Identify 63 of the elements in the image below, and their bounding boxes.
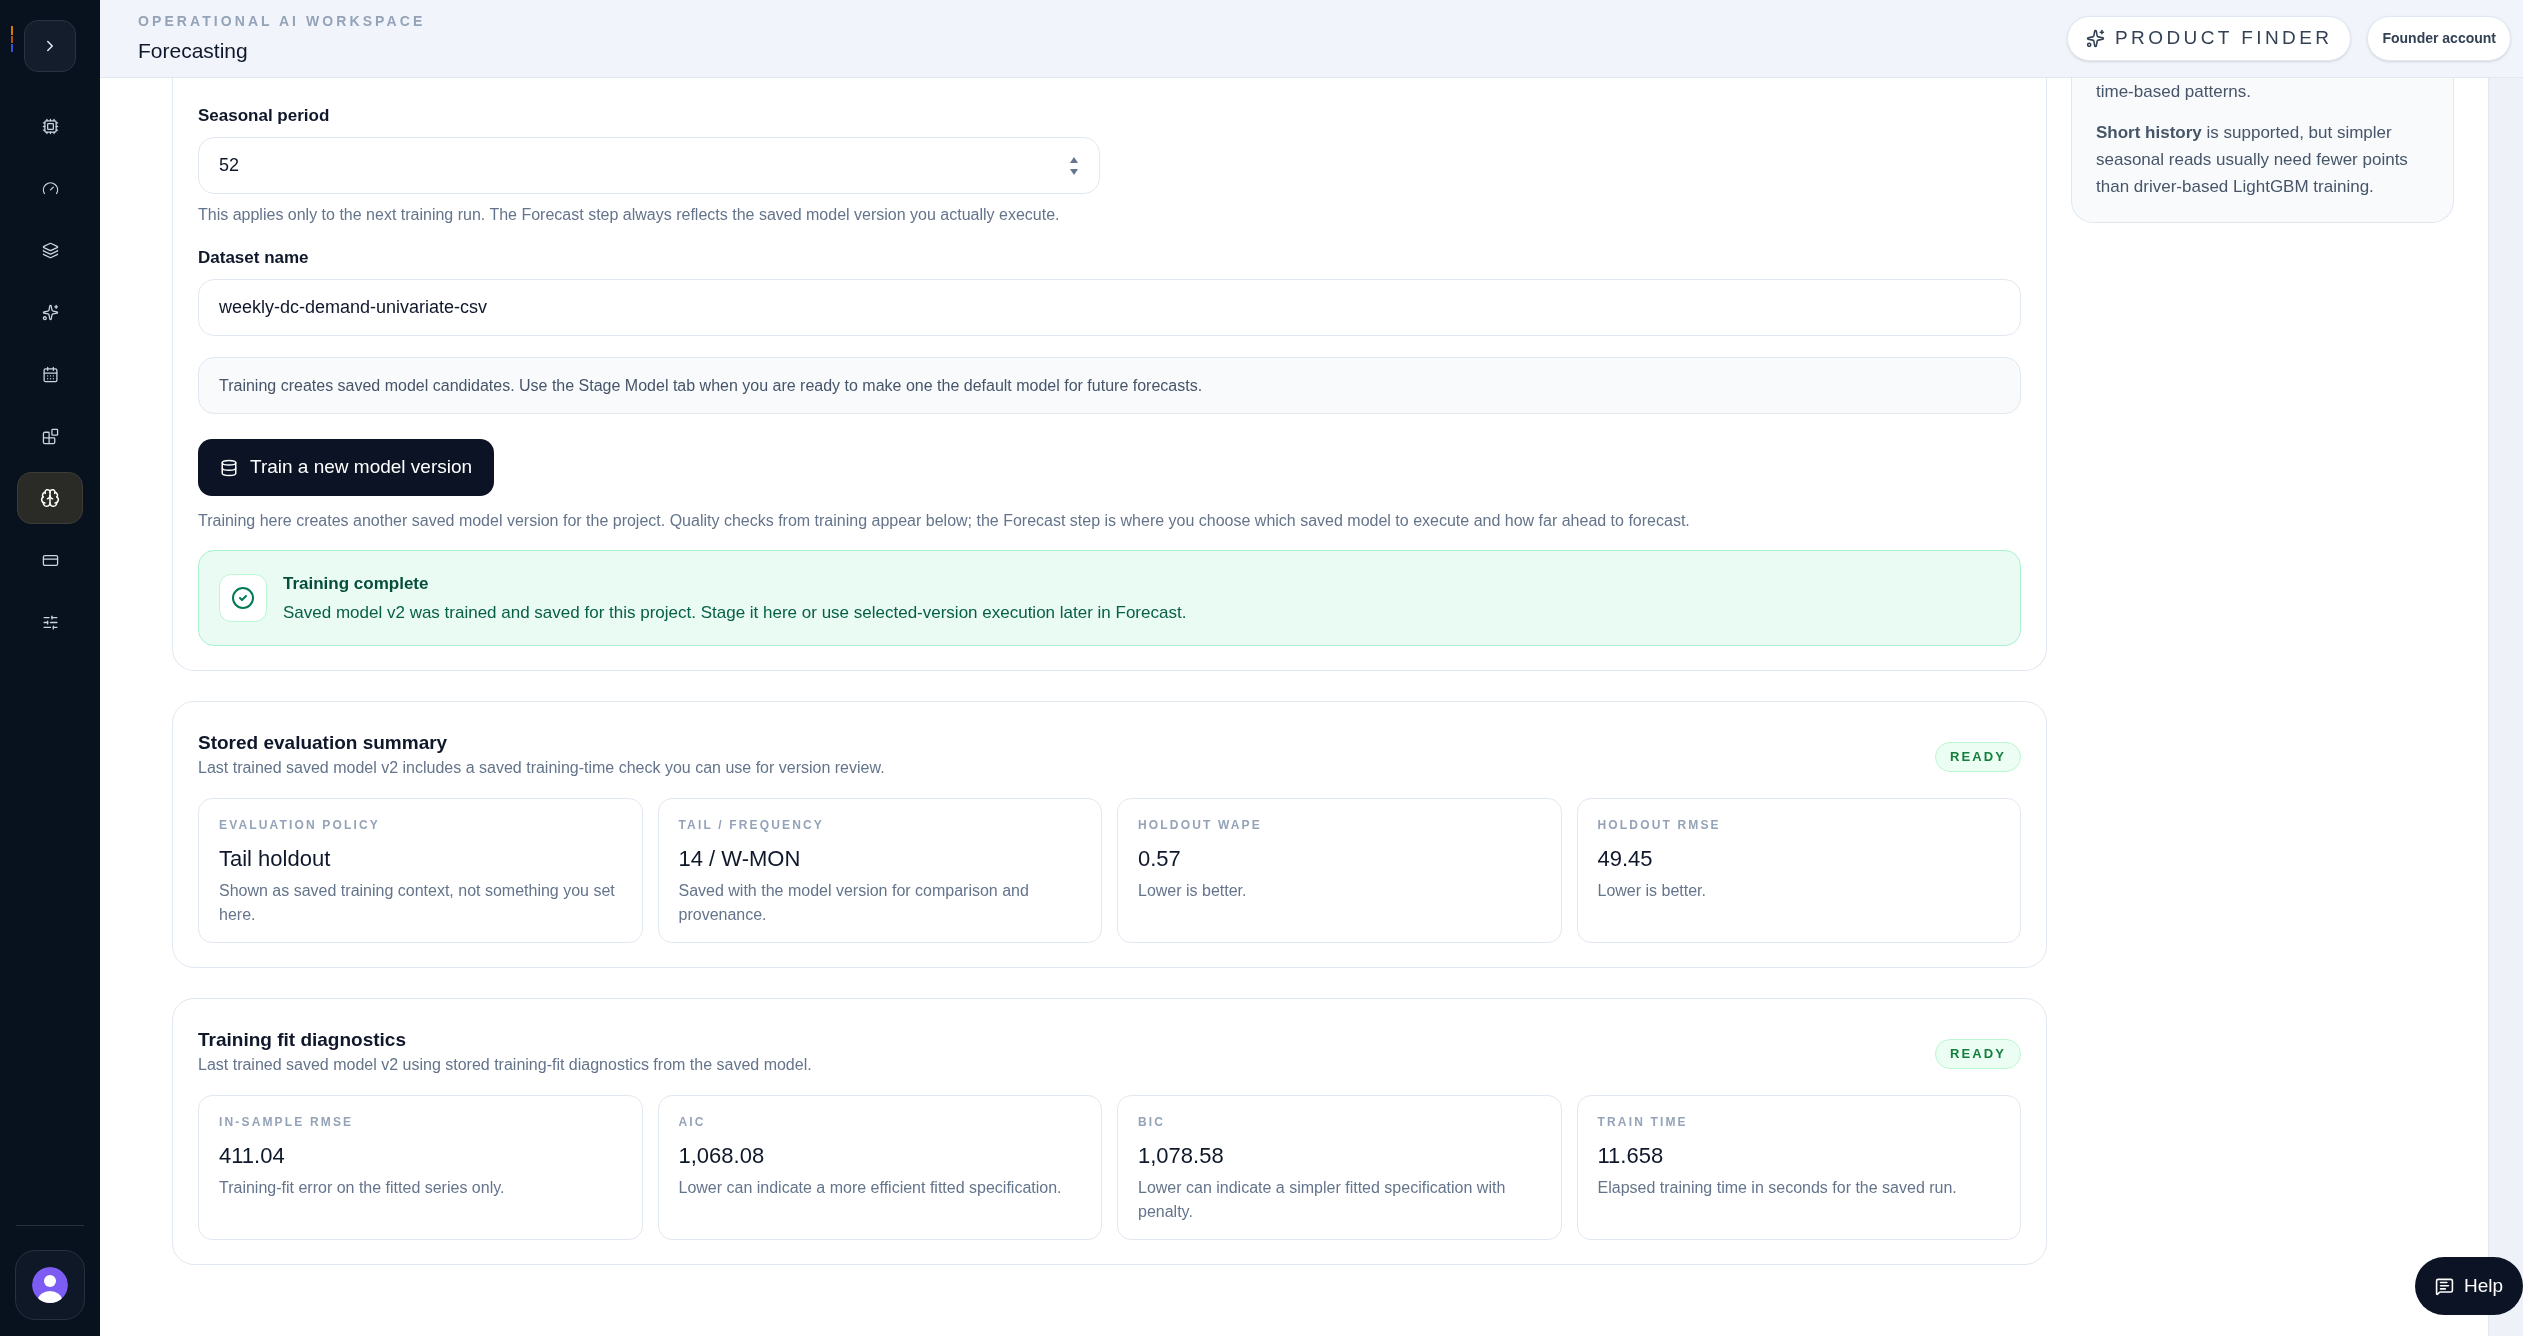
metric-note: Lower can indicate a simpler fitted specification with penalty. xyxy=(1138,1178,1507,1222)
metric-note: Elapsed training time in seconds for the saved run. xyxy=(1597,1178,1958,1198)
train-note: Training here creates another saved model version for the project. Quality checks from training appear below; the Forecast step is where you choose which saved model to execute and how far ahead to forecast. xyxy=(198,511,1691,531)
metric-value: 411.04 xyxy=(219,1142,286,1170)
info-note: Training creates saved model candidates. Use the Stage Model tab when you are ready to make one the default model for future forecasts. xyxy=(198,357,2021,414)
alert-message: Saved model v2 was trained and saved for this project. Stage it here or use selected-version execution later in Forecast. xyxy=(283,601,1187,624)
metric-label: BIC xyxy=(1138,1114,1167,1130)
section-title: Training fit diagnostics xyxy=(198,1028,407,1052)
workspace-eyebrow: OPERATIONAL AI WORKSPACE xyxy=(138,11,426,30)
metric-note: Lower is better. xyxy=(1597,881,1707,901)
database-icon xyxy=(220,458,238,477)
metric-value: 11.658 xyxy=(1597,1142,1665,1170)
metric-note: Lower is better. xyxy=(1138,881,1248,901)
gauge-icon xyxy=(41,179,59,197)
product-finder-button[interactable]: PRODUCT FINDER xyxy=(2066,16,2352,61)
metric-value: 0.57 xyxy=(1138,845,1182,873)
metric-value: 14 / W-MON xyxy=(678,845,802,873)
blocks-icon xyxy=(41,427,59,445)
metric-value: 1,078.58 xyxy=(1138,1142,1225,1170)
metric-label: HOLDOUT RMSE xyxy=(1597,817,1722,833)
train-button[interactable]: Train a new model version xyxy=(198,439,495,496)
nav-item[interactable] xyxy=(17,472,83,524)
metric-value: 49.45 xyxy=(1597,845,1654,873)
brand-mark-icon xyxy=(10,26,14,52)
metric-label: AIC xyxy=(678,1114,707,1130)
chip-icon xyxy=(41,117,59,135)
sparkles-icon xyxy=(2085,29,2105,48)
metric-label: HOLDOUT WAPE xyxy=(1138,817,1263,833)
page-title: Forecasting xyxy=(138,37,249,64)
sliders-icon xyxy=(41,613,59,631)
status-badge: READY xyxy=(1935,1039,2021,1069)
metric-label: TRAIN TIME xyxy=(1597,1114,1689,1130)
metric-note: Training-fit error on the fitted series only. xyxy=(219,1178,506,1198)
metric-label: EVALUATION POLICY xyxy=(219,817,381,833)
profile-button[interactable] xyxy=(15,1250,85,1320)
chat-icon xyxy=(2435,1276,2454,1296)
metric-value: 1,068.08 xyxy=(678,1142,766,1170)
account-button[interactable]: Founder account xyxy=(2367,16,2511,61)
avatar-icon xyxy=(32,1267,68,1303)
seasonal-period-select[interactable]: 52 xyxy=(198,137,1100,194)
section-subtitle: Last trained saved model v2 includes a saved training-time check you can use for version review. xyxy=(198,758,885,778)
metric-label: IN-SAMPLE RMSE xyxy=(219,1114,355,1130)
metric-note: Lower can indicate a more efficient fitted specification. xyxy=(678,1178,1063,1198)
status-badge: READY xyxy=(1935,742,2021,772)
field-label: Seasonal period xyxy=(198,105,331,127)
help-button[interactable]: Help xyxy=(2415,1257,2523,1315)
side-note-text: Short history is supported, but simpler seasonal reads usually need fewer points than driver-based LightGBM training. xyxy=(2096,122,2409,198)
metric-note: Saved with the model version for comparison and provenance. xyxy=(678,881,1030,925)
metric-note: Shown as saved training context, not something you set here. xyxy=(219,881,616,925)
brain-icon xyxy=(40,488,60,508)
section-title: Stored evaluation summary xyxy=(198,731,449,755)
metric-label: TAIL / FREQUENCY xyxy=(678,817,825,833)
sparkles-icon xyxy=(41,303,59,321)
field-hint: This applies only to the next training run. The Forecast step always reflects the saved model version you actually execute. xyxy=(198,205,1061,225)
alert-title: Training complete xyxy=(283,572,430,595)
field-label: Dataset name xyxy=(198,247,310,269)
section-subtitle: Last trained saved model v2 using stored training-fit diagnostics from the saved model. xyxy=(198,1055,812,1075)
layers-icon xyxy=(41,241,59,259)
dataset-name-field[interactable]: weekly-dc-demand-univariate-csv xyxy=(198,279,2021,336)
check-icon xyxy=(219,574,267,622)
metric-value: Tail holdout xyxy=(219,845,332,873)
calendar-icon xyxy=(41,365,59,383)
side-note-text: time-based patterns. xyxy=(2096,81,2252,103)
